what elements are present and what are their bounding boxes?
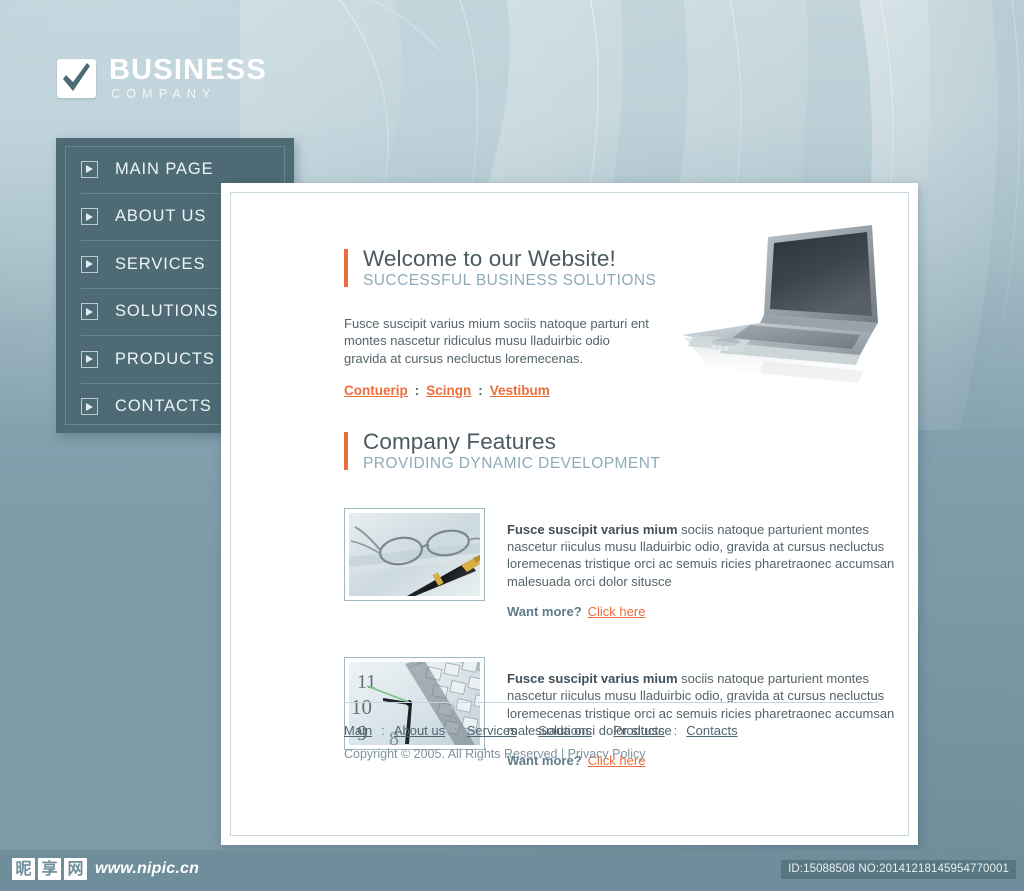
footer-link[interactable]: Services bbox=[467, 723, 517, 738]
feature-lead: Fusce suscipit varius mium bbox=[507, 670, 678, 686]
feature-more-link[interactable]: Click here bbox=[588, 604, 646, 619]
play-square-icon bbox=[81, 208, 98, 226]
footer-link-separator: : bbox=[600, 723, 605, 738]
logo-tagline: COMPANY bbox=[111, 87, 217, 101]
footer-link-separator: : bbox=[454, 723, 458, 738]
sidebar-item-label: CONTACTS bbox=[115, 397, 212, 416]
watermark-id: ID:15088508 NO:20141218145954770001 bbox=[781, 860, 1016, 879]
features-heading: Company Features PROVIDING DYNAMIC DEVEL… bbox=[344, 429, 904, 474]
feature-paragraph: Fusce suscipit varius mium sociis natoqu… bbox=[507, 521, 904, 590]
content-body: Welcome to our Website! SUCCESSFUL BUSIN… bbox=[231, 193, 908, 835]
welcome-subtitle: SUCCESSFUL BUSINESS SOLUTIONS bbox=[363, 272, 657, 290]
sidebar-item-label: MAIN PAGE bbox=[115, 159, 214, 178]
feature-more-label: Want more? bbox=[507, 603, 582, 619]
feature-item: Fusce suscipit varius mium sociis natoqu… bbox=[344, 507, 904, 619]
welcome-paragraph: Fusce suscipit varius mium sociis natoqu… bbox=[344, 315, 649, 366]
features-subtitle: PROVIDING DYNAMIC DEVELOPMENT bbox=[363, 455, 661, 473]
sidebar-item-label: SOLUTIONS bbox=[115, 302, 219, 321]
footer-divider bbox=[344, 702, 878, 703]
play-square-icon bbox=[81, 160, 98, 178]
watermark-cn-char: 享 bbox=[38, 858, 61, 880]
welcome-link[interactable]: Contuerip bbox=[344, 383, 408, 398]
watermark-cn-char: 昵 bbox=[12, 858, 35, 880]
watermark-cn-char: 网 bbox=[64, 858, 87, 880]
sidebar-item-label: ABOUT US bbox=[115, 207, 207, 226]
footer-link[interactable]: Products bbox=[613, 723, 664, 738]
footer-link-separator: : bbox=[673, 723, 678, 738]
feature-more: Want more? Click here bbox=[507, 604, 904, 619]
play-square-icon bbox=[81, 303, 98, 321]
glasses-and-pen-photo[interactable] bbox=[344, 507, 485, 601]
welcome-heading: Welcome to our Website! SUCCESSFUL BUSIN… bbox=[344, 246, 684, 291]
site-logo[interactable]: BUSINESS COMPANY bbox=[57, 56, 267, 101]
feature-lead: Fusce suscipit varius mium bbox=[507, 521, 678, 537]
footer-link[interactable]: Main bbox=[344, 723, 372, 738]
play-square-icon bbox=[81, 255, 98, 273]
play-square-icon bbox=[81, 350, 98, 368]
watermark-brand: 昵享网 www.nipic.cn bbox=[12, 858, 199, 880]
play-square-icon bbox=[81, 398, 98, 416]
laptop-photo bbox=[664, 215, 896, 405]
sidebar-item-label: PRODUCTS bbox=[115, 349, 215, 368]
watermark-bar: 昵享网 www.nipic.cn ID:15088508 NO:20141218… bbox=[0, 850, 1024, 891]
checkmark-icon bbox=[57, 58, 96, 98]
welcome-links: Contuerip: Scingn: Vestibum bbox=[344, 383, 684, 398]
footer-link[interactable]: Solutions bbox=[538, 723, 591, 738]
features-title: Company Features bbox=[363, 429, 556, 454]
welcome-link-separator: : bbox=[414, 382, 420, 398]
footer-link-separator: : bbox=[381, 723, 385, 738]
welcome-link[interactable]: Vestibum bbox=[490, 383, 550, 398]
footer-link[interactable]: About us bbox=[394, 723, 445, 738]
welcome-link-separator: : bbox=[478, 382, 483, 398]
welcome-section: Welcome to our Website! SUCCESSFUL BUSIN… bbox=[344, 246, 684, 398]
content-footer: Main: About us: Services: Solutions: Product… bbox=[344, 702, 878, 761]
svg-text:11: 11 bbox=[357, 671, 376, 693]
footer-copyright: Copyright © 2005. All Rights Reserved | … bbox=[344, 747, 646, 761]
logo-title: BUSINESS bbox=[109, 54, 267, 86]
watermark-url: www.nipic.cn bbox=[95, 860, 200, 877]
page-root: BUSINESS COMPANY MAIN PAGE ABOUT US SERVIC… bbox=[0, 0, 1024, 891]
watermark-logo-cn: 昵享网 bbox=[12, 858, 87, 880]
sidebar-item-label: SERVICES bbox=[115, 254, 206, 273]
footer-links: Main: About us: Services: Solutions: Product… bbox=[344, 723, 878, 738]
welcome-link[interactable]: Scingn bbox=[426, 383, 471, 398]
footer-link[interactable]: Contacts bbox=[686, 723, 737, 738]
content-panel: Welcome to our Website! SUCCESSFUL BUSIN… bbox=[221, 183, 918, 845]
welcome-title: Welcome to our Website! bbox=[363, 246, 616, 271]
footer-link-separator: : bbox=[525, 723, 530, 738]
